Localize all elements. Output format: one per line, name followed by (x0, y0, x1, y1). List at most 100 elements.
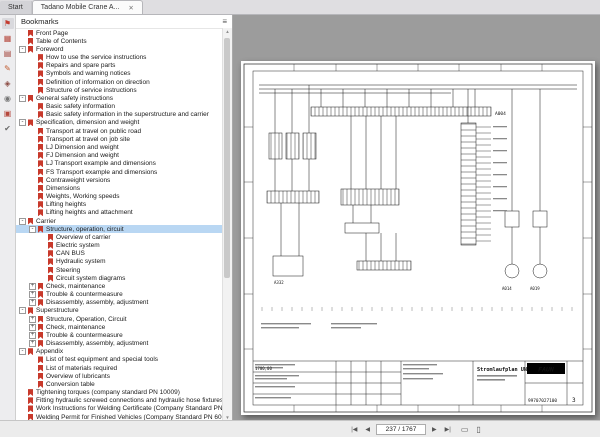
bookmark-item[interactable]: LJ Transport example and dimensions (16, 160, 223, 168)
main-area: ⚑ ▦ ▤ ✎ ◈ ◉ ▣ ✔ Bookmarks Front PageTable of Co… (0, 15, 600, 421)
bookmark-label: Check, maintenance (46, 282, 106, 290)
last-page-button[interactable]: ▶| (443, 426, 453, 433)
expand-icon[interactable]: + (29, 340, 36, 348)
bookmark-label: General safety instructions (36, 94, 113, 102)
bookmarks-scrollbar[interactable] (222, 28, 232, 421)
page-number-input[interactable]: 237 / 1767 (376, 423, 427, 435)
collapse-icon[interactable]: - (19, 45, 26, 53)
collapse-icon[interactable]: - (29, 225, 36, 233)
collapse-icon[interactable]: - (19, 94, 26, 102)
bookmark-item[interactable]: Overview of carrier (16, 233, 223, 241)
bookmark-item[interactable]: Circuit system diagrams (16, 274, 223, 282)
bookmark-item[interactable]: - Structure, operation, circuit (16, 225, 223, 234)
fit-page-icon[interactable] (476, 425, 480, 434)
bookmark-item[interactable]: Basic safety information in the superstr… (16, 111, 223, 119)
bookmark-item[interactable]: List of materials required (16, 364, 223, 372)
bookmark-item[interactable]: Lifting heights (16, 201, 223, 209)
bookmark-item[interactable]: Contraweight versions (16, 176, 223, 184)
bookmark-item[interactable]: Lifting heights and attachment (16, 209, 223, 217)
bookmark-item[interactable]: Electric system (16, 241, 223, 250)
bookmark-item[interactable]: Dimensions (16, 184, 223, 192)
expand-icon[interactable]: + (29, 323, 36, 331)
thumbnails-icon[interactable]: ▦ (2, 33, 14, 44)
scroll-thumb[interactable] (224, 38, 230, 278)
tab-close-icon[interactable]: ✕ (128, 4, 133, 12)
collapse-icon[interactable]: - (19, 307, 26, 315)
bookmark-label: Overview of carrier (56, 233, 111, 241)
bookmark-item[interactable]: Basic safety information (16, 103, 223, 111)
bookmark-label: CAN BUS (56, 250, 85, 258)
bookmark-item[interactable]: + Check, maintenance (16, 282, 223, 290)
bookmark-item[interactable]: LJ Dimension and weight (16, 143, 223, 151)
bookmark-icon (38, 176, 43, 184)
scroll-up-icon[interactable] (223, 29, 232, 34)
first-page-button[interactable]: |◀ (349, 426, 359, 433)
bookmark-item[interactable]: Symbols and warning notices (16, 70, 223, 78)
bookmark-item[interactable]: Steering (16, 266, 223, 274)
bookmark-item[interactable]: Repairs and spare parts (16, 62, 223, 70)
bookmark-label: Carrier (36, 217, 56, 225)
expand-icon[interactable]: + (29, 291, 36, 299)
bookmark-icon (38, 225, 43, 233)
bookmark-item[interactable]: Conversion table (16, 380, 223, 388)
bookmark-item[interactable]: + Trouble & countermeasure (16, 291, 223, 299)
bookmarks-icon[interactable]: ⚑ (1, 18, 14, 29)
expand-icon[interactable]: + (29, 331, 36, 339)
bookmark-label: Lifting heights (46, 201, 87, 209)
bookmark-item[interactable]: Overview of lubricants (16, 372, 223, 380)
bookmark-item[interactable]: List of test equipment and special tools (16, 356, 223, 364)
bookmark-item[interactable]: - Carrier (16, 217, 223, 225)
collapse-icon[interactable]: - (19, 119, 26, 127)
bookmark-icon (38, 356, 43, 364)
bookmark-item[interactable]: - General safety instructions (16, 94, 223, 102)
bookmark-item[interactable]: + Trouble & countermeasure (16, 331, 223, 339)
document-page[interactable]: A004 A332 A014 A019 1700,00 Stromlaufpla… (241, 61, 595, 415)
bookmark-item[interactable]: FS Transport example and dimensions (16, 168, 223, 176)
collapse-icon[interactable]: - (19, 348, 26, 356)
bookmark-item[interactable]: + Disassembly, assembly, adjustment (16, 299, 223, 307)
bookmark-item[interactable]: Transport at travel on public road (16, 127, 223, 135)
bookmark-label: Check, maintenance (46, 323, 106, 331)
annotations-icon[interactable]: ✎ (2, 63, 14, 74)
expand-icon[interactable]: + (29, 315, 36, 323)
bookmark-item[interactable]: How to use the service instructions (16, 54, 223, 62)
bookmark-item[interactable]: - Specification, dimension and weight (16, 119, 223, 127)
bookmark-tree: Front Page Table of Contents - Foreword How … (16, 29, 232, 421)
tab-start[interactable]: Start (0, 1, 32, 14)
search-icon[interactable]: ◉ (2, 93, 14, 104)
signature-icon[interactable]: ✔ (2, 123, 14, 134)
bookmark-item[interactable]: Weights, Working speeds (16, 192, 223, 201)
prev-page-button[interactable]: ◀ (363, 426, 372, 433)
bookmark-item[interactable]: - Superstructure (16, 307, 223, 315)
bookmark-item[interactable]: + Disassembly, assembly, adjustment (16, 340, 223, 348)
attachments-icon[interactable]: ◈ (2, 78, 14, 89)
bookmark-icon (38, 364, 43, 372)
bookmark-icon (38, 111, 43, 119)
bookmark-item[interactable]: Tightening torques (company standard PN … (16, 389, 223, 397)
bookmark-item[interactable]: - Appendix (16, 348, 223, 356)
bookmark-item[interactable]: + Structure, Operation, Circuit (16, 315, 223, 323)
collapse-icon[interactable]: - (19, 217, 26, 225)
bookmark-item[interactable]: CAN BUS (16, 250, 223, 258)
bookmark-item[interactable]: Definition of information on direction (16, 78, 223, 86)
bookmark-item[interactable]: + Check, maintenance (16, 323, 223, 331)
panel-menu-icon[interactable] (222, 17, 227, 26)
bookmark-item[interactable]: - Foreword (16, 45, 223, 53)
bookmark-label: Weights, Working speeds (46, 193, 120, 201)
next-page-button[interactable]: ▶ (430, 426, 439, 433)
bookmark-item[interactable]: Fitting hydraulic screwed connections an… (16, 397, 223, 405)
expand-icon[interactable]: + (29, 282, 36, 290)
fit-width-icon[interactable] (461, 425, 469, 434)
diagram-ref-a019: A019 (530, 286, 540, 291)
bookmark-item[interactable]: Front Page (16, 29, 223, 37)
bookmark-item[interactable]: Work Instructions for Welding Certificat… (16, 405, 223, 413)
bookmark-item[interactable]: Hydraulic system (16, 258, 223, 266)
expand-icon[interactable]: + (29, 299, 36, 307)
bookmark-item[interactable]: Transport at travel on job site (16, 135, 223, 143)
layers-icon[interactable]: ▣ (2, 108, 14, 119)
tab-document[interactable]: Tadano Mobile Crane A... ✕ (31, 0, 143, 14)
outline-icon[interactable]: ▤ (2, 48, 14, 59)
bookmark-item[interactable]: Structure of service instructions (16, 86, 223, 94)
bookmark-item[interactable]: FJ Dimension and weight (16, 152, 223, 160)
bookmark-item[interactable]: Table of Contents (16, 37, 223, 45)
